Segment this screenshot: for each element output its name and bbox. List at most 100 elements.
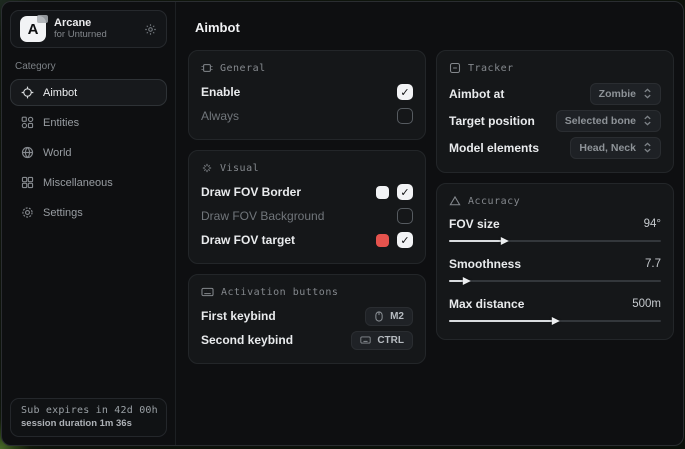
visual-section-title: Visual (201, 162, 413, 174)
sidebar-item-label: World (43, 147, 72, 159)
chevron-up-down-icon (643, 142, 652, 153)
category-label: Category (15, 61, 162, 72)
enable-checkbox[interactable]: ✓ (397, 84, 413, 100)
grid-icon (21, 176, 34, 189)
keyboard-icon (201, 286, 214, 298)
toggle-row-fov-background: Draw FOV Background (201, 204, 413, 228)
logo-card: A Arcane for Unturned (10, 10, 167, 48)
color-swatch-red[interactable] (376, 234, 389, 247)
keybind-row-first: First keybind M2 (201, 304, 413, 328)
app-logo: A (20, 16, 46, 42)
sidebar-nav: Aimbot Entities World (10, 79, 167, 226)
select-row-model-elements: Model elements Head, Neck (449, 134, 661, 161)
slider-label: Smoothness (449, 257, 521, 271)
app-title: Arcane (54, 17, 107, 30)
gear-icon[interactable] (144, 23, 157, 36)
keyboard-icon (360, 335, 371, 345)
slider-value: 500m (632, 298, 661, 310)
shapes-icon (21, 116, 34, 129)
app-subtitle: for Unturned (54, 30, 107, 41)
subscription-card: Sub expires in 42d 00h session duration … (10, 398, 167, 437)
target-position-select[interactable]: Selected bone (556, 110, 661, 132)
accuracy-section-title: Accuracy (449, 195, 661, 207)
fov-size-slider[interactable] (449, 236, 661, 246)
toggle-label: Draw FOV Border (201, 185, 301, 199)
slider-row-fov-size: FOV size 94° (449, 213, 661, 246)
main-content: Aimbot General Enable (176, 2, 684, 445)
max-distance-slider[interactable] (449, 316, 661, 326)
globe-icon (21, 146, 34, 159)
mouse-icon (374, 311, 384, 322)
sidebar-item-label: Aimbot (43, 87, 77, 99)
accuracy-card: Accuracy FOV size 94° Smoothness (436, 183, 674, 340)
slider-row-max-distance: Max distance 500m (449, 293, 661, 326)
page-title: Aimbot (195, 20, 674, 35)
fov-background-checkbox[interactable] (397, 208, 413, 224)
select-label: Aimbot at (449, 87, 504, 101)
sidebar-item-entities[interactable]: Entities (10, 109, 167, 136)
sparkle-icon (201, 162, 213, 174)
keybind-label: Second keybind (201, 333, 293, 347)
activation-card: Activation buttons First keybind M2 (188, 274, 426, 364)
toggle-label: Enable (201, 85, 240, 99)
always-checkbox[interactable] (397, 108, 413, 124)
slider-label: Max distance (449, 297, 524, 311)
color-swatch-white[interactable] (376, 186, 389, 199)
select-label: Target position (449, 114, 535, 128)
sidebar-item-settings[interactable]: Settings (10, 199, 167, 226)
slider-thumb[interactable] (501, 237, 509, 245)
slider-value: 7.7 (645, 258, 661, 270)
visual-card: Visual Draw FOV Border ✓ Draw FOV Backgr… (188, 150, 426, 264)
logo-badge (37, 15, 48, 23)
gear-icon (21, 206, 34, 219)
crosshair-icon (21, 86, 34, 99)
tracker-card: Tracker Aimbot at Zombie (436, 50, 674, 173)
second-keybind-button[interactable]: CTRL (351, 331, 413, 350)
smoothness-slider[interactable] (449, 276, 661, 286)
slider-thumb[interactable] (552, 317, 560, 325)
aimbot-at-select[interactable]: Zombie (590, 83, 661, 105)
sidebar-item-label: Entities (43, 117, 79, 129)
fov-target-checkbox[interactable]: ✓ (397, 232, 413, 248)
logo-letter: A (28, 21, 39, 38)
sidebar-item-miscellaneous[interactable]: Miscellaneous (10, 169, 167, 196)
select-row-target-position: Target position Selected bone (449, 107, 661, 134)
chevron-up-down-icon (643, 88, 652, 99)
sidebar: A Arcane for Unturned Category (2, 2, 176, 445)
general-card: General Enable ✓ Always (188, 50, 426, 140)
toggle-label: Always (201, 109, 239, 123)
right-column: Tracker Aimbot at Zombie (436, 50, 674, 340)
slider-value: 94° (644, 218, 661, 230)
slider-thumb[interactable] (463, 277, 471, 285)
sidebar-item-aimbot[interactable]: Aimbot (10, 79, 167, 106)
app-window: A Arcane for Unturned Category (1, 1, 684, 446)
tracker-section-title: Tracker (449, 62, 661, 74)
slider-label: FOV size (449, 217, 500, 231)
sub-expiry-text: Sub expires in 42d 00h (21, 405, 156, 416)
model-elements-select[interactable]: Head, Neck (570, 137, 661, 159)
logo-text: Arcane for Unturned (54, 17, 107, 41)
chevron-up-down-icon (643, 115, 652, 126)
tracker-icon (449, 62, 461, 74)
select-row-aimbot-at: Aimbot at Zombie (449, 80, 661, 107)
general-icon (201, 62, 213, 74)
toggle-row-always: Always (201, 104, 413, 128)
activation-section-title: Activation buttons (201, 286, 413, 298)
keybind-label: First keybind (201, 309, 276, 323)
keybind-row-second: Second keybind CTRL (201, 328, 413, 352)
toggle-label: Draw FOV target (201, 233, 295, 247)
sidebar-item-label: Settings (43, 207, 83, 219)
sidebar-item-world[interactable]: World (10, 139, 167, 166)
select-label: Model elements (449, 141, 539, 155)
session-duration-text: session duration 1m 36s (21, 418, 156, 429)
general-section-title: General (201, 62, 413, 74)
toggle-row-fov-border: Draw FOV Border ✓ (201, 180, 413, 204)
fov-border-checkbox[interactable]: ✓ (397, 184, 413, 200)
toggle-label: Draw FOV Background (201, 209, 324, 223)
left-column: General Enable ✓ Always (188, 50, 426, 364)
sidebar-item-label: Miscellaneous (43, 177, 113, 189)
triangle-icon (449, 195, 461, 207)
slider-row-smoothness: Smoothness 7.7 (449, 253, 661, 286)
toggle-row-enable: Enable ✓ (201, 80, 413, 104)
first-keybind-button[interactable]: M2 (365, 307, 413, 326)
